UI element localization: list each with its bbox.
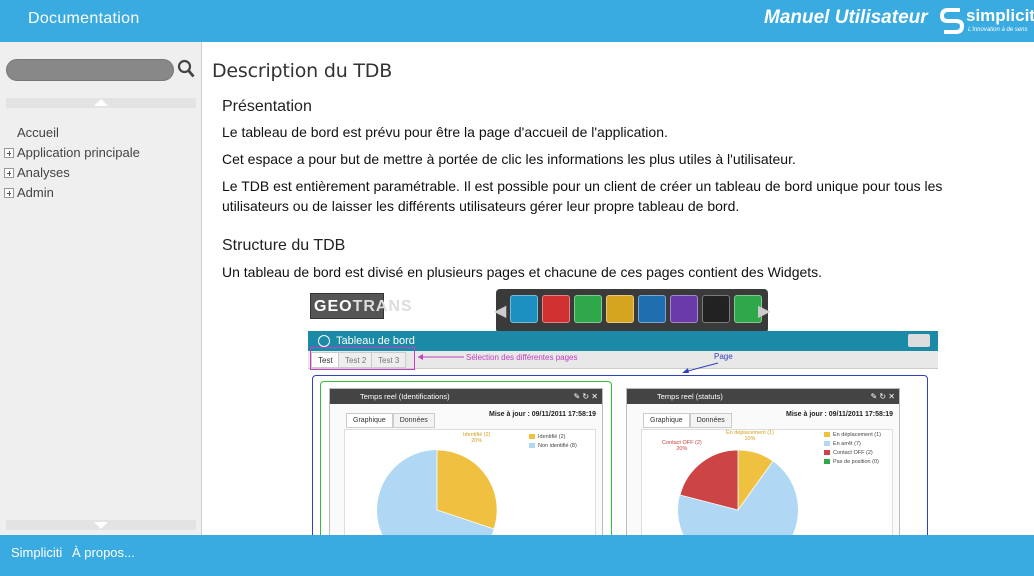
pie-chart	[678, 449, 798, 535]
expand-icon[interactable]	[4, 168, 14, 178]
top-bar: Documentation Manuel Utilisateur simplic…	[0, 0, 1034, 42]
widget-updated: Mise à jour : 09/11/2011 17:58:19	[785, 411, 893, 418]
brand-tagline: L'innovation à de sens	[968, 27, 1028, 33]
history-icon	[670, 295, 698, 323]
paragraph: Le tableau de bord est prévu pour être l…	[222, 124, 668, 140]
expand-icon[interactable]	[4, 148, 14, 158]
pages-highlight-box	[310, 347, 415, 370]
widget-updated: Mise à jour : 09/11/2011 17:58:19	[488, 411, 596, 418]
footer-bar: Simpliciti À propos...	[0, 535, 1034, 576]
dock-left-arrow-icon: ◀	[494, 303, 507, 320]
annotation-arrow-icon	[682, 362, 719, 373]
paragraph: Cet espace a pour but de mettre à portée…	[222, 151, 796, 167]
legend-entry: En déplacement (1)	[824, 432, 881, 438]
widget-header: Temps reel (Identifications) ✎ ↻ ✕	[330, 389, 602, 404]
page-title: Description du TDB	[212, 60, 393, 82]
sidebar: Accueil Application principale Analyses …	[0, 42, 202, 535]
annotation-pages: Sélection des différentes pages	[466, 353, 578, 362]
section-title-presentation: Présentation	[222, 98, 312, 115]
documentation-link[interactable]: Documentation	[28, 10, 140, 28]
widget-statuts: Temps reel (statuts) ✎ ↻ ✕ Graphique Donn…	[626, 388, 900, 535]
sidebar-scroll-up-button[interactable]	[6, 98, 196, 108]
app-dock: ◀ ▶	[494, 289, 770, 333]
sidebar-item-admin[interactable]: Admin	[4, 184, 199, 204]
widget-pie-chart: Identifié (2) 20% Identifié (2) Non ident…	[344, 429, 596, 535]
simpliciti-logo-icon	[940, 8, 964, 34]
widget-tools-icon: ✎ ↻ ✕	[870, 392, 895, 401]
search-input[interactable]	[6, 59, 174, 81]
footer-link-about[interactable]: À propos...	[72, 545, 135, 560]
sidebar-item-label: Application principale	[17, 145, 140, 160]
sidebar-item-label: Analyses	[17, 165, 70, 180]
widget-tabs: Graphique Données	[346, 409, 435, 428]
dock-right-arrow-icon: ▶	[758, 303, 771, 320]
tag-icon	[908, 334, 930, 347]
paragraph: Un tableau de bord est divisé en plusieu…	[222, 264, 823, 280]
expand-icon[interactable]	[4, 188, 14, 198]
pie-chart	[377, 449, 498, 535]
dashboard-icon	[318, 335, 330, 347]
brand-logo[interactable]: simpliciti L'innovation à de sens	[940, 4, 1034, 38]
main-content: Description du TDB Présentation Le table…	[203, 42, 1034, 535]
widget-identifications: Temps reel (Identifications) ✎ ↻ ✕ Graph…	[329, 388, 603, 535]
sidebar-item-accueil[interactable]: Accueil	[4, 124, 199, 144]
sidebar-item-analyses[interactable]: Analyses	[4, 164, 199, 184]
user-icon	[702, 295, 730, 323]
dashboard-header-title: Tableau de bord	[336, 335, 415, 347]
legend-entry: Identifié (2)	[529, 434, 566, 440]
legend-entry: Pas de position (0)	[824, 459, 879, 465]
pie-slice-label: Contact OFF (2) 20%	[662, 440, 702, 452]
gauge-icon	[510, 295, 538, 323]
sidebar-item-label: Accueil	[17, 125, 59, 140]
network-icon	[574, 295, 602, 323]
widget-header: Temps reel (statuts) ✎ ↻ ✕	[627, 389, 899, 404]
search-icon[interactable]	[177, 59, 195, 79]
annotation-arrow-icon	[418, 354, 464, 360]
sidebar-item-application-principale[interactable]: Application principale	[4, 144, 199, 164]
footer-link-simpliciti[interactable]: Simpliciti	[11, 545, 62, 560]
sidebar-nav: Accueil Application principale Analyses …	[4, 124, 199, 204]
section-title-structure: Structure du TDB	[222, 237, 346, 254]
widget-pie-chart: En déplacement (1) 10% Contact OFF (2) 20%…	[641, 429, 893, 535]
legend-entry: Non identifié (8)	[529, 443, 577, 449]
geotrans-logo: GEOTRANS	[310, 293, 412, 319]
sidebar-scroll-down-button[interactable]	[6, 520, 196, 530]
widget-tabs: Graphique Données	[643, 409, 732, 428]
legend-entry: Contact OFF (2)	[824, 450, 873, 456]
brand-name: simpliciti	[966, 6, 1034, 25]
pie-slice-label: Identifié (2) 20%	[463, 432, 491, 444]
paragraph: Le TDB est entièrement paramétrable. Il …	[222, 178, 943, 214]
annotation-page: Page	[714, 352, 733, 361]
sidebar-item-label: Admin	[17, 185, 54, 200]
upload-icon	[606, 295, 634, 323]
legend-entry: En arrêt (7)	[824, 441, 861, 447]
clock-icon	[542, 295, 570, 323]
manual-title: Manuel Utilisateur	[764, 7, 928, 28]
widget-tools-icon: ✎ ↻ ✕	[573, 392, 598, 401]
pie-slice-label: En déplacement (1) 10%	[726, 430, 774, 442]
dashboard-figure: GEOTRANS ◀ ▶ Tableau de bord Test Test 2…	[308, 289, 938, 535]
mail-icon	[638, 295, 666, 323]
